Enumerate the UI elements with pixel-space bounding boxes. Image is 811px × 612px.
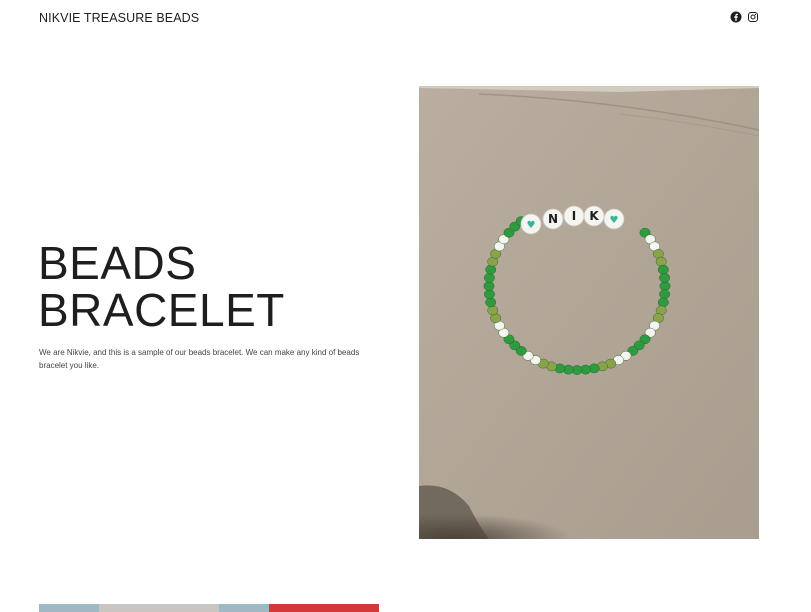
hero-title-line-1: BEADS xyxy=(38,237,197,289)
bead xyxy=(657,264,669,275)
letter-glyph: I xyxy=(572,209,576,223)
bead xyxy=(659,272,671,283)
bead xyxy=(659,289,671,299)
instagram-link[interactable] xyxy=(747,11,759,23)
bead xyxy=(487,305,499,316)
heart-glyph: ♥ xyxy=(527,220,536,231)
bead xyxy=(485,264,497,275)
facebook-link[interactable] xyxy=(730,11,742,23)
social-links xyxy=(730,11,759,23)
bead xyxy=(659,281,671,291)
letter-glyph: N xyxy=(548,212,558,226)
bead xyxy=(483,281,495,291)
hero-description: We are Nikvie, and this is a sample of o… xyxy=(39,348,360,370)
bead xyxy=(655,256,667,267)
hero-title-line-2: BRACELET xyxy=(38,284,285,336)
bead xyxy=(484,289,495,299)
bracelet-photo: ♥ N I K ♥ xyxy=(419,86,759,539)
second-photo-image xyxy=(39,604,379,612)
heart-glyph: ♥ xyxy=(610,215,619,226)
site-title-link[interactable]: NIKVIE TREASURE BEADS xyxy=(39,11,199,25)
bead xyxy=(484,272,495,283)
second-photo-preview xyxy=(39,604,379,612)
bracelet-photo-image: ♥ N I K ♥ xyxy=(419,86,759,539)
bead xyxy=(657,297,669,308)
bead xyxy=(485,297,497,308)
facebook-icon xyxy=(730,11,742,23)
letter-glyph: K xyxy=(589,209,599,223)
hero-title: BEADS BRACELET xyxy=(38,240,378,334)
instagram-icon xyxy=(748,12,758,22)
